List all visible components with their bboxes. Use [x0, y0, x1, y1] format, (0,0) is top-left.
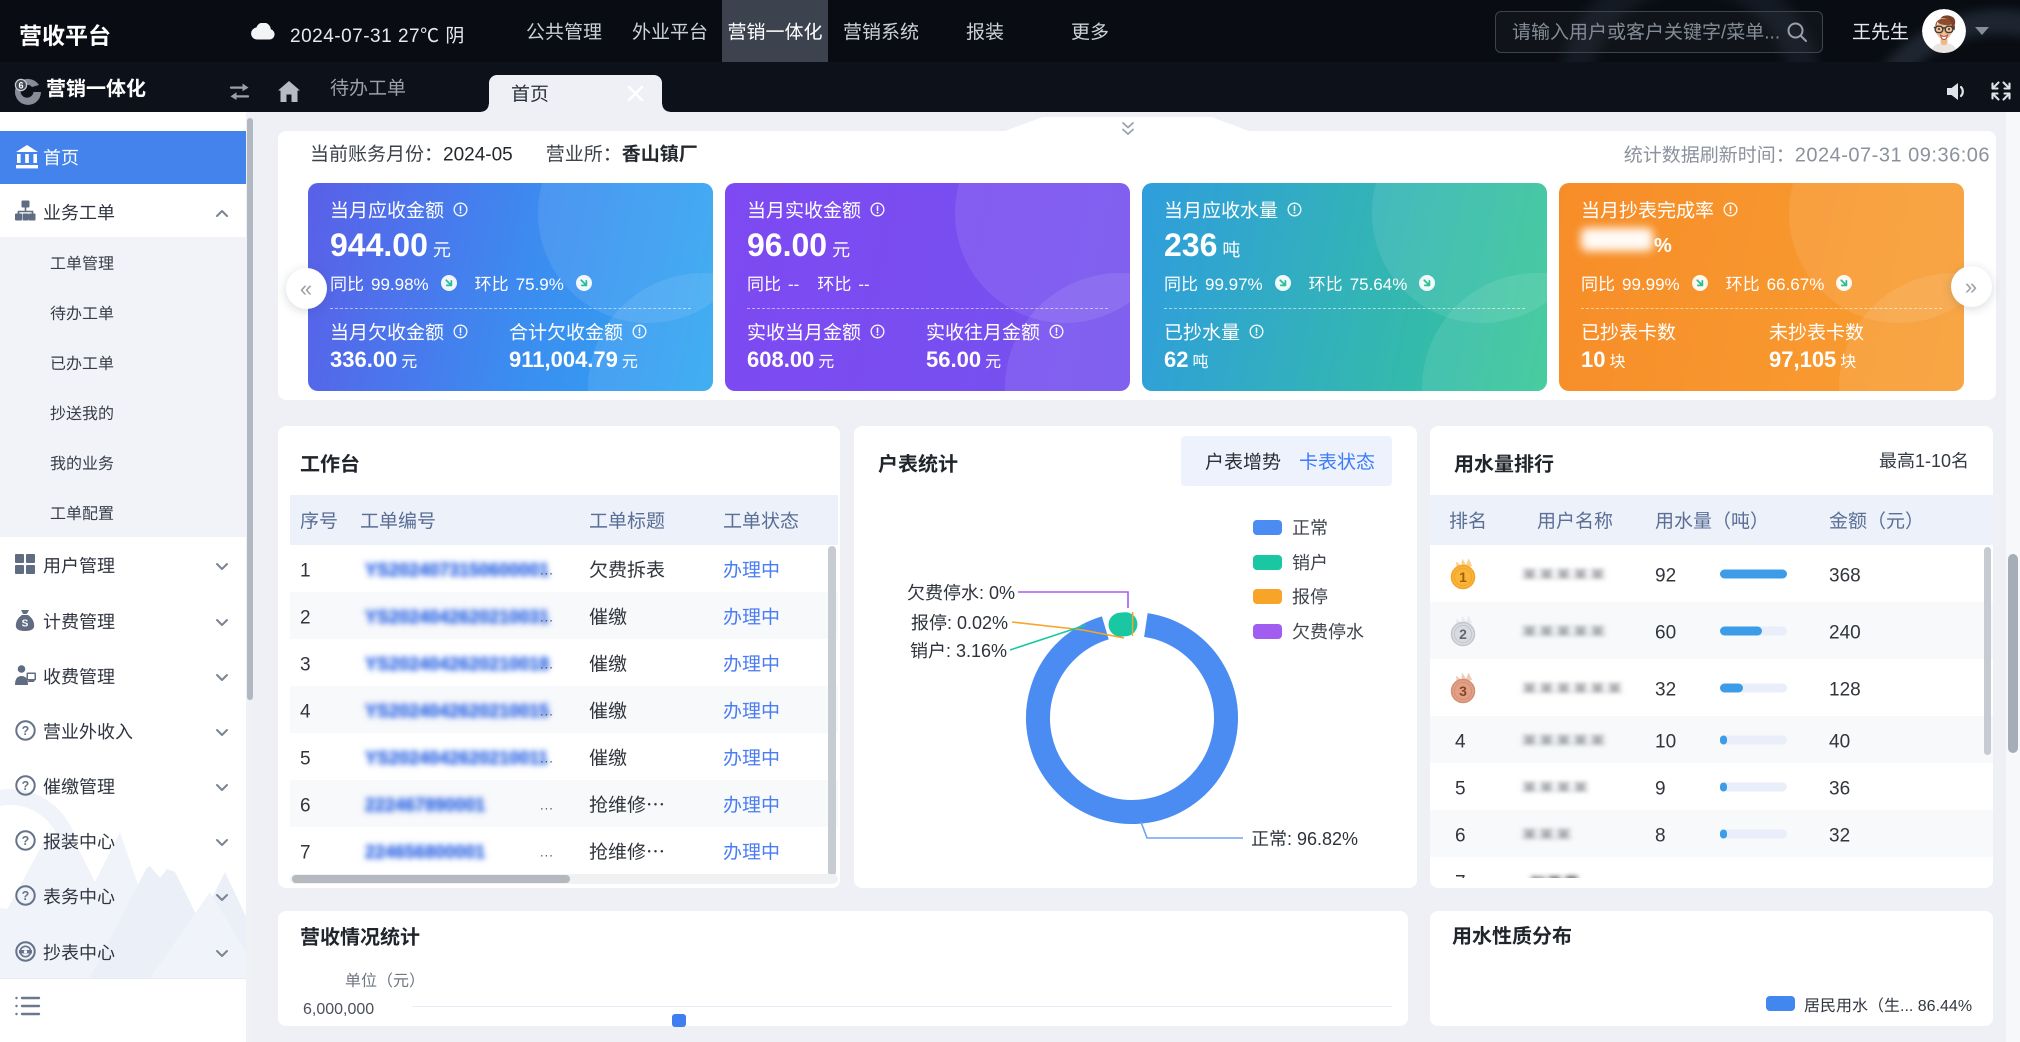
svg-text:1: 1: [1459, 567, 1467, 587]
svg-text:?: ?: [22, 885, 30, 904]
svg-text:2: 2: [1459, 624, 1467, 644]
svg-text:?: ?: [22, 830, 30, 849]
svg-text:3: 3: [1459, 681, 1467, 701]
svg-text:?: ?: [22, 775, 30, 794]
svg-text:S: S: [22, 615, 29, 630]
svg-text:6: 6: [18, 78, 23, 91]
svg-text:?: ?: [22, 720, 30, 739]
